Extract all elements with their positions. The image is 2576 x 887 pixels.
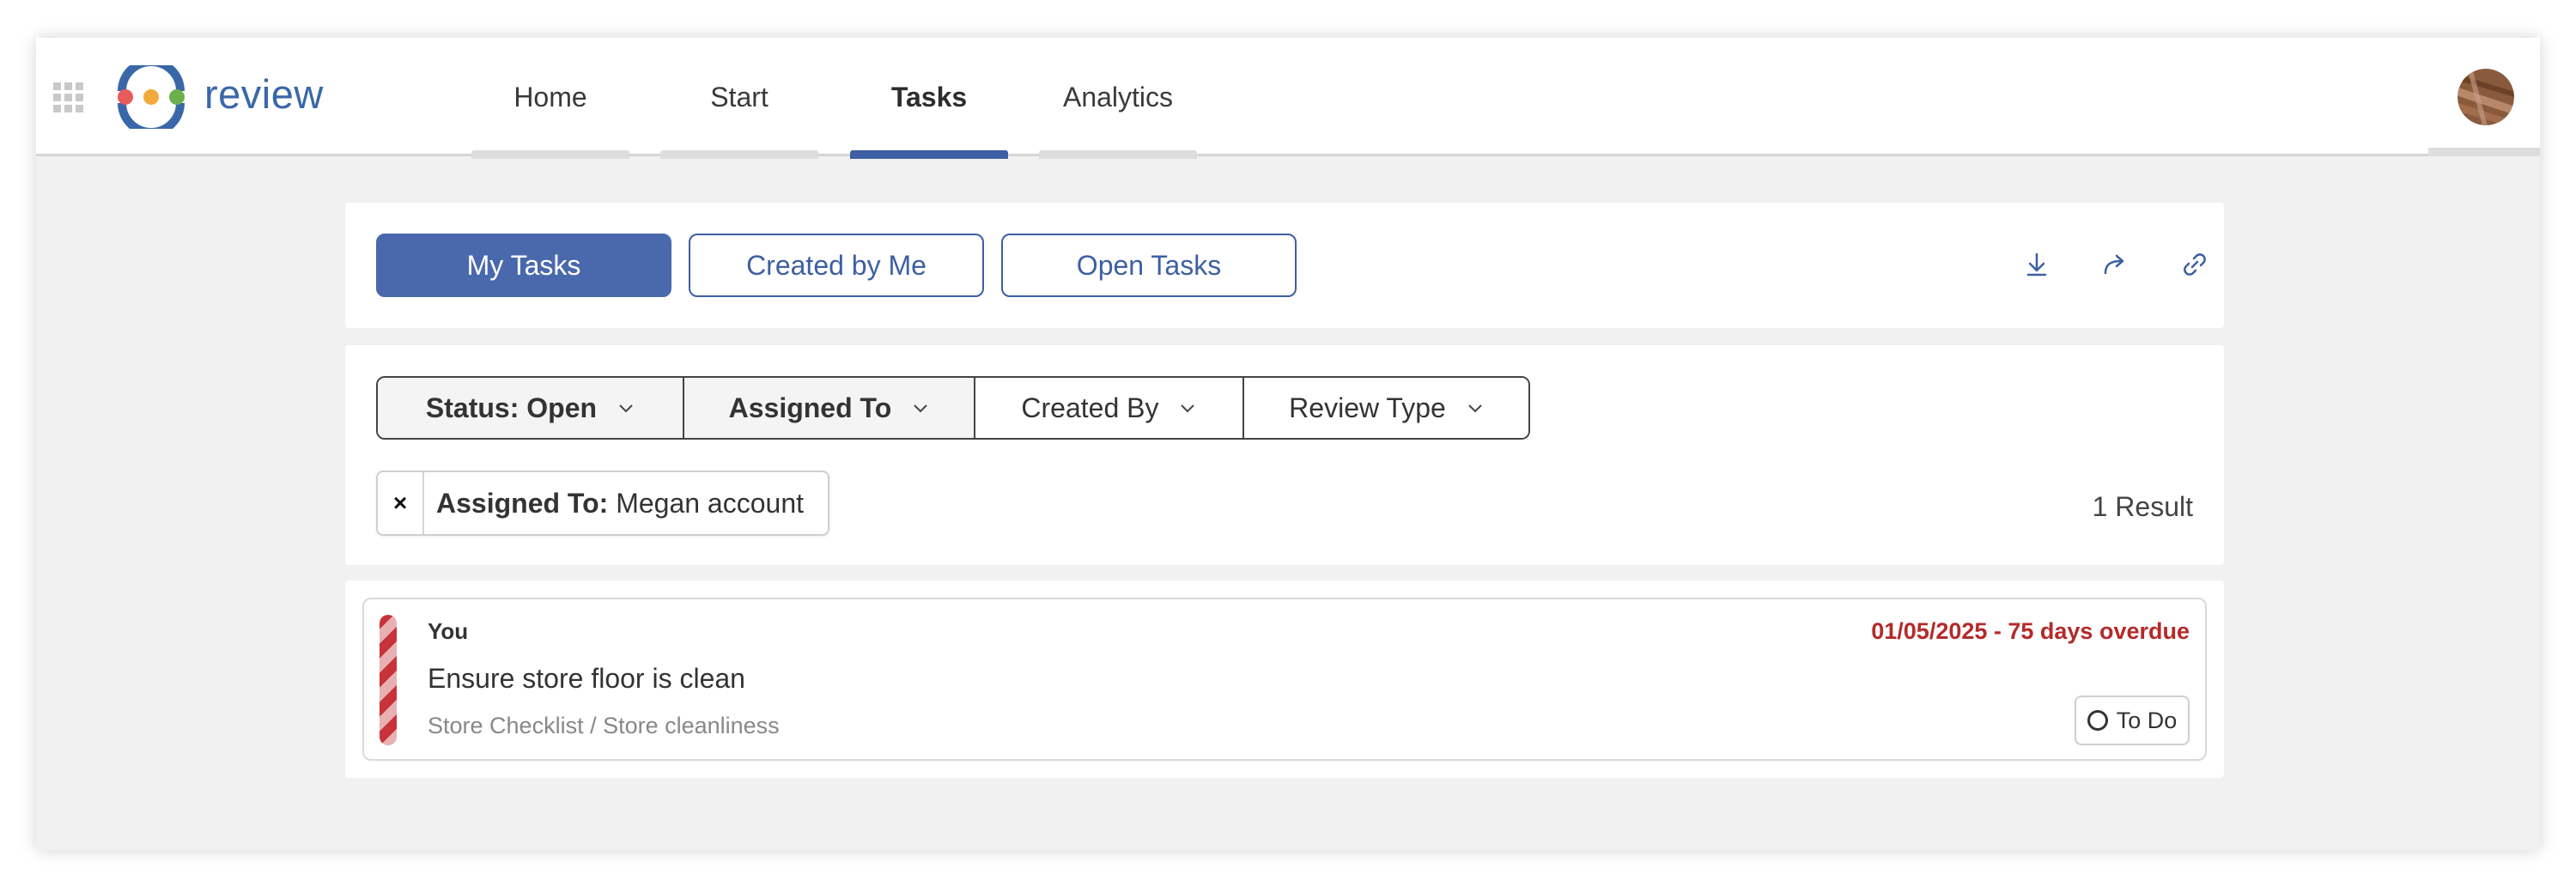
task-card[interactable]: You 01/05/2025 - 75 days overdue Ensure … <box>362 598 2207 761</box>
download-icon[interactable] <box>2020 247 2054 282</box>
task-breadcrumb: Store Checklist / Store cleanliness <box>428 713 780 738</box>
nav-tab-label: Home <box>513 81 587 112</box>
nav-tab-start[interactable]: Start <box>660 38 818 159</box>
filter-chip-text: Assigned To: Megan account <box>424 488 804 519</box>
profile-tab-indicator <box>2428 148 2540 156</box>
result-count: 1 Result <box>2092 491 2193 522</box>
link-icon[interactable] <box>2178 247 2212 282</box>
nav-tab-tasks[interactable]: Tasks <box>850 38 1008 159</box>
nav-tab-indicator <box>850 150 1008 159</box>
nav-tab-label: Tasks <box>890 81 968 112</box>
chevron-down-icon <box>914 404 927 413</box>
chevron-down-icon <box>1468 404 1482 413</box>
top-navbar: review Home Start Tasks Analytics <box>36 38 2540 159</box>
filters-panel: Status: Open Assigned To Created By Revi… <box>345 345 2224 565</box>
task-list-panel: You 01/05/2025 - 75 days overdue Ensure … <box>345 580 2224 778</box>
created-by-filter-dropdown[interactable]: Created By <box>975 378 1244 438</box>
active-filter-chip: × Assigned To: Megan account <box>376 471 829 536</box>
app-window: review Home Start Tasks Analytics My Tas… <box>36 38 2540 850</box>
task-status-button[interactable]: To Do <box>2075 696 2190 745</box>
filter-chip-key: Assigned To: <box>436 487 609 519</box>
assigned-to-filter-dropdown[interactable]: Assigned To <box>683 378 975 438</box>
filter-label: Assigned To <box>728 392 892 423</box>
filter-chip-value: Megan account <box>616 487 804 519</box>
filter-label: Review Type <box>1289 392 1446 423</box>
overdue-indicator <box>380 615 397 745</box>
my-tasks-button[interactable]: My Tasks <box>376 234 671 297</box>
nav-tab-indicator <box>471 150 629 159</box>
task-assignee: You <box>428 618 469 644</box>
filter-label: Status: Open <box>425 392 598 423</box>
nav-tab-label: Start <box>710 81 769 112</box>
status-filter-dropdown[interactable]: Status: Open <box>378 378 684 438</box>
created-by-me-button[interactable]: Created by Me <box>689 234 984 297</box>
nav-tab-home[interactable]: Home <box>471 38 629 159</box>
filter-bar: Status: Open Assigned To Created By Revi… <box>376 376 1530 440</box>
task-due-date: 01/05/2025 - 75 days overdue <box>1871 618 2190 644</box>
chevron-down-icon <box>1181 404 1195 413</box>
status-circle-icon <box>2087 710 2108 731</box>
open-tasks-button[interactable]: Open Tasks <box>1001 234 1297 297</box>
brand-name: review <box>204 71 324 117</box>
user-avatar[interactable] <box>2458 69 2514 125</box>
remove-filter-button[interactable]: × <box>378 472 424 534</box>
review-type-filter-dropdown[interactable]: Review Type <box>1243 378 1528 438</box>
nav-tab-analytics[interactable]: Analytics <box>1039 38 1197 159</box>
nav-tab-label: Analytics <box>1062 81 1174 112</box>
grid-apps-icon[interactable] <box>53 82 84 113</box>
task-status-label: To Do <box>2116 707 2178 733</box>
task-view-panel: My Tasks Created by Me Open Tasks <box>345 203 2224 328</box>
filter-label: Created By <box>1021 392 1159 423</box>
task-title: Ensure store floor is clean <box>428 663 745 694</box>
nav-tab-indicator <box>660 150 818 159</box>
chevron-down-icon <box>619 404 633 413</box>
share-icon[interactable] <box>2099 247 2133 282</box>
nav-tab-indicator <box>1039 150 1197 159</box>
review-logo-icon[interactable] <box>115 65 187 129</box>
